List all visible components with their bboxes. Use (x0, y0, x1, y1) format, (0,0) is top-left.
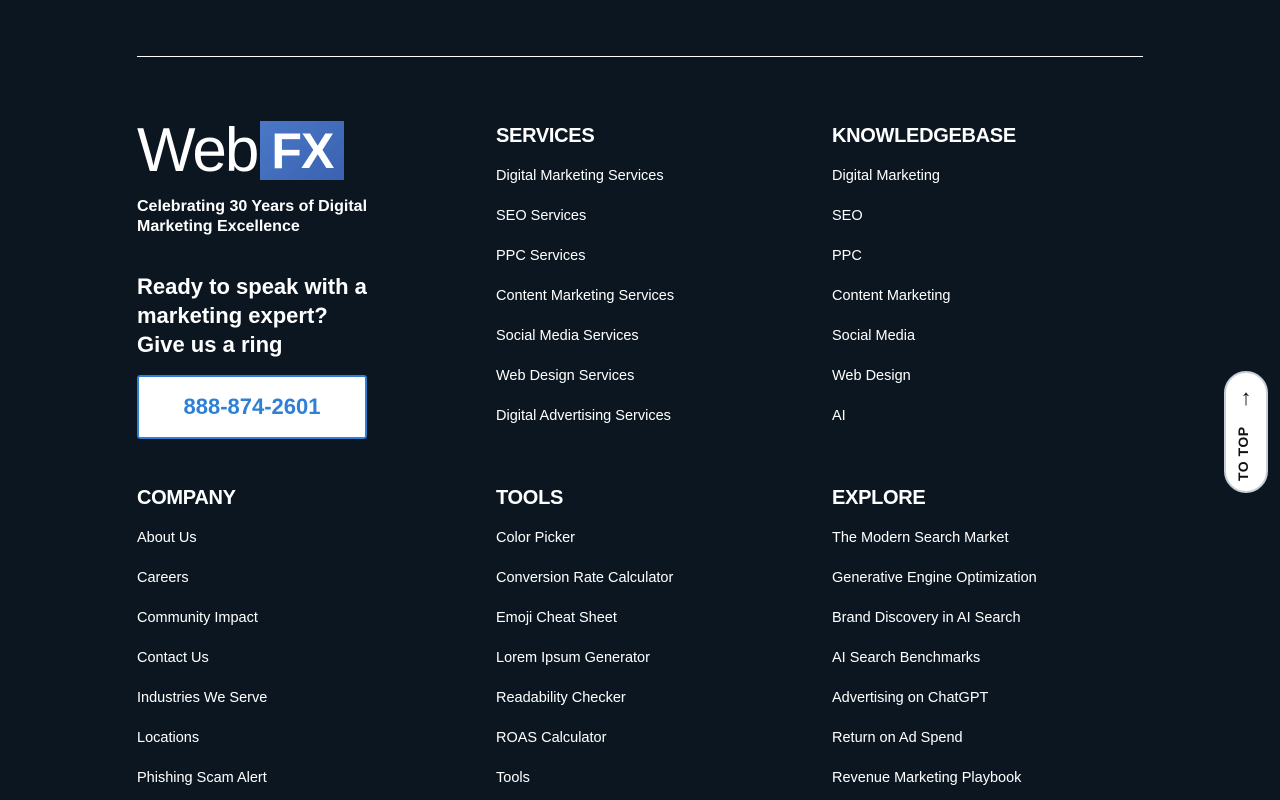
list-item: ROAS Calculator (496, 729, 673, 769)
list-item: Community Impact (137, 609, 267, 649)
list-item: AI (832, 407, 1016, 447)
list-item: Careers (137, 569, 267, 609)
list-item: Content Marketing Services (496, 287, 674, 327)
knowledgebase-link[interactable]: Social Media (832, 328, 915, 344)
list-item: Contact Us (137, 649, 267, 689)
list-item: SEO Services (496, 207, 674, 247)
footer-divider (137, 56, 1143, 57)
list-item: Digital Advertising Services (496, 407, 674, 447)
tools-list: Color Picker Conversion Rate Calculator … (496, 529, 673, 800)
list-item: Social Media (832, 327, 1016, 367)
list-item: Lorem Ipsum Generator (496, 649, 673, 689)
brand-block: Web FX Celebrating 30 Years of Digital M… (137, 116, 437, 439)
explore-column: EXPLORE The Modern Search Market Generat… (832, 486, 1037, 800)
tools-link[interactable]: ROAS Calculator (496, 730, 606, 746)
services-heading: SERVICES (496, 125, 595, 147)
list-item: Return on Ad Spend (832, 729, 1037, 769)
arrow-up-icon: ↑ (1240, 385, 1252, 410)
company-list: About Us Careers Community Impact Contac… (137, 529, 267, 800)
knowledgebase-link[interactable]: SEO (832, 208, 863, 224)
phone-button[interactable]: 888-874-2601 (137, 375, 367, 439)
tools-link[interactable]: Readability Checker (496, 690, 626, 706)
explore-link[interactable]: Revenue Marketing Playbook (832, 770, 1021, 786)
explore-link[interactable]: AI Search Benchmarks (832, 650, 980, 666)
list-item: Digital Marketing (832, 167, 1016, 207)
knowledgebase-link[interactable]: PPC (832, 248, 862, 264)
company-link[interactable]: Careers (137, 570, 189, 586)
list-item: The Modern Search Market (832, 529, 1037, 569)
knowledgebase-heading: KNOWLEDGEBASE (832, 125, 1016, 147)
list-item: Readability Checker (496, 689, 673, 729)
site-footer: Web FX Celebrating 30 Years of Digital M… (0, 0, 1280, 800)
list-item: Social Media Services (496, 327, 674, 367)
list-item: Advertising on ChatGPT (832, 689, 1037, 729)
explore-link[interactable]: Advertising on ChatGPT (832, 690, 988, 706)
list-item: Color Picker (496, 529, 673, 569)
list-item: Locations (137, 729, 267, 769)
knowledgebase-link[interactable]: Web Design (832, 368, 911, 384)
list-item: AI Search Benchmarks (832, 649, 1037, 689)
list-item: SEO (832, 207, 1016, 247)
explore-link[interactable]: Brand Discovery in AI Search (832, 610, 1021, 626)
explore-link[interactable]: The Modern Search Market (832, 530, 1009, 546)
explore-heading: EXPLORE (832, 487, 926, 509)
tools-link[interactable]: Tools (496, 770, 530, 786)
webfx-logo[interactable]: Web FX (137, 116, 437, 185)
services-link[interactable]: Web Design Services (496, 368, 634, 384)
list-item: PPC Services (496, 247, 674, 287)
services-link[interactable]: Digital Marketing Services (496, 168, 664, 184)
list-item: Phishing Scam Alert (137, 769, 267, 800)
services-link[interactable]: SEO Services (496, 208, 586, 224)
tools-link[interactable]: Color Picker (496, 530, 575, 546)
knowledgebase-column: KNOWLEDGEBASE Digital Marketing SEO PPC … (832, 124, 1016, 447)
services-column: SERVICES Digital Marketing Services SEO … (496, 124, 674, 447)
explore-link[interactable]: Return on Ad Spend (832, 730, 963, 746)
services-link[interactable]: Content Marketing Services (496, 288, 674, 304)
company-link[interactable]: Community Impact (137, 610, 258, 626)
company-link[interactable]: About Us (137, 530, 197, 546)
knowledgebase-link[interactable]: Digital Marketing (832, 168, 940, 184)
explore-link[interactable]: Generative Engine Optimization (832, 570, 1037, 586)
tools-link[interactable]: Conversion Rate Calculator (496, 570, 673, 586)
list-item: Tools (496, 769, 673, 800)
list-item: Conversion Rate Calculator (496, 569, 673, 609)
explore-list: The Modern Search Market Generative Engi… (832, 529, 1037, 800)
list-item: Industries We Serve (137, 689, 267, 729)
list-item: Generative Engine Optimization (832, 569, 1037, 609)
list-item: Revenue Marketing Playbook (832, 769, 1037, 800)
list-item: Brand Discovery in AI Search (832, 609, 1037, 649)
company-heading: COMPANY (137, 487, 236, 509)
company-link[interactable]: Industries We Serve (137, 690, 267, 706)
services-link[interactable]: Social Media Services (496, 328, 639, 344)
list-item: Web Design (832, 367, 1016, 407)
brand-tagline: Celebrating 30 Years of Digital Marketin… (137, 198, 368, 235)
cta-heading: Ready to speak with a marketing expert? … (137, 274, 367, 357)
list-item: Emoji Cheat Sheet (496, 609, 673, 649)
logo-text-web: Web (137, 116, 259, 185)
company-column: COMPANY About Us Careers Community Impac… (137, 486, 267, 800)
list-item: Content Marketing (832, 287, 1016, 327)
knowledgebase-link[interactable]: AI (832, 408, 846, 424)
knowledgebase-list: Digital Marketing SEO PPC Content Market… (832, 167, 1016, 447)
services-link[interactable]: PPC Services (496, 248, 585, 264)
list-item: Web Design Services (496, 367, 674, 407)
company-link[interactable]: Contact Us (137, 650, 209, 666)
logo-text-fx: FX (260, 121, 345, 180)
tools-link[interactable]: Emoji Cheat Sheet (496, 610, 617, 626)
knowledgebase-link[interactable]: Content Marketing (832, 288, 950, 304)
services-list: Digital Marketing Services SEO Services … (496, 167, 674, 447)
company-link[interactable]: Phishing Scam Alert (137, 770, 267, 786)
tools-heading: TOOLS (496, 487, 564, 509)
list-item: PPC (832, 247, 1016, 287)
services-link[interactable]: Digital Advertising Services (496, 408, 671, 424)
to-top-button[interactable]: ↑ TO TOP (1224, 371, 1268, 493)
list-item: About Us (137, 529, 267, 569)
to-top-label: TO TOP (1235, 426, 1251, 481)
tools-link[interactable]: Lorem Ipsum Generator (496, 650, 650, 666)
tools-column: TOOLS Color Picker Conversion Rate Calcu… (496, 486, 673, 800)
company-link[interactable]: Locations (137, 730, 199, 746)
list-item: Digital Marketing Services (496, 167, 674, 207)
